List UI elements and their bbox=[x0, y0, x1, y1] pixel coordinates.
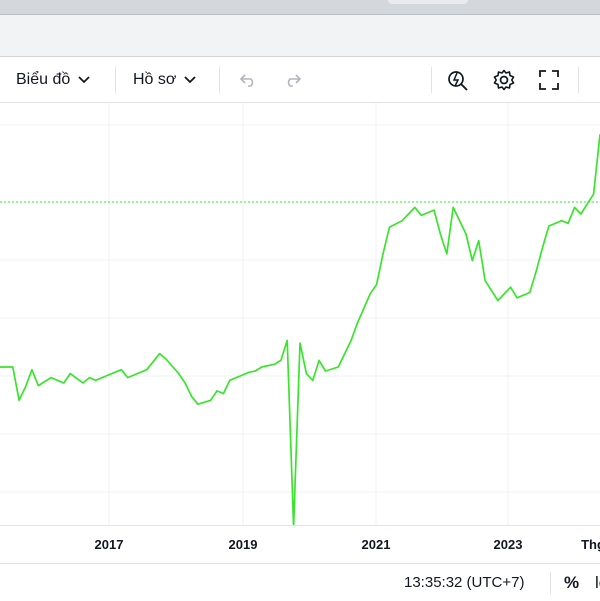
browser-tab-stub[interactable] bbox=[388, 0, 468, 4]
toolbar-divider bbox=[219, 67, 220, 93]
time-axis[interactable]: 2017 2019 2021 2023 Thg bbox=[0, 525, 600, 564]
x-tick-label: 2023 bbox=[493, 537, 523, 552]
undo-icon[interactable] bbox=[232, 64, 264, 96]
profile-menu[interactable]: Hồ sơ bbox=[133, 57, 197, 102]
settings-gear-icon[interactable] bbox=[488, 64, 520, 96]
redo-icon[interactable] bbox=[277, 64, 309, 96]
chevron-down-icon bbox=[78, 75, 90, 84]
toolbar-divider bbox=[431, 67, 432, 93]
toolbar-divider bbox=[578, 67, 579, 93]
session-clock: 13:35:32 (UTC+7) bbox=[404, 574, 525, 591]
x-tick-label: 2017 bbox=[94, 537, 124, 552]
chevron-down-icon bbox=[184, 75, 197, 84]
chart-toolbar: Biểu đồ Hồ sơ bbox=[0, 57, 600, 103]
x-tick-label: 2021 bbox=[361, 537, 391, 552]
chart-grid bbox=[0, 103, 600, 525]
status-divider bbox=[550, 572, 551, 594]
price-series-line bbox=[0, 134, 600, 525]
price-chart[interactable] bbox=[0, 103, 600, 525]
percent-scale-toggle[interactable]: % bbox=[564, 573, 579, 593]
profile-menu-label: Hồ sơ bbox=[133, 70, 177, 88]
os-title-bar bbox=[0, 0, 600, 15]
toolbar-divider bbox=[115, 67, 116, 93]
chart-type-menu[interactable]: Biểu đồ bbox=[16, 57, 90, 102]
browser-address-strip bbox=[0, 15, 600, 57]
status-bar: 13:35:32 (UTC+7) % lo bbox=[0, 563, 600, 601]
x-tick-label: Thg bbox=[581, 537, 600, 552]
magic-indicator-icon[interactable] bbox=[442, 64, 474, 96]
fullscreen-icon[interactable] bbox=[533, 64, 565, 96]
log-scale-toggle[interactable]: lo bbox=[595, 573, 600, 593]
x-tick-label: 2019 bbox=[228, 537, 258, 552]
chart-menu-label: Biểu đồ bbox=[16, 70, 71, 88]
